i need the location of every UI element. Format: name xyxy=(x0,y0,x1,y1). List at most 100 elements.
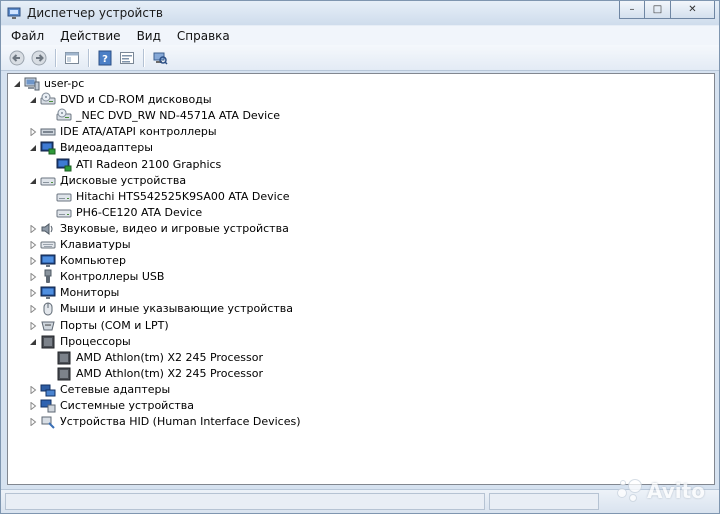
tree-item-label: Контроллеры USB xyxy=(60,270,165,284)
tree-item-label: Мыши и иные указывающие устройства xyxy=(60,302,294,316)
tree-item-label: Процессоры xyxy=(60,334,131,348)
scan-hardware-button[interactable] xyxy=(150,48,170,68)
tree-device[interactable]: PH6-CE120 ATA Device xyxy=(44,205,202,221)
collapse-arrow-icon[interactable] xyxy=(28,143,38,153)
processor-icon xyxy=(56,350,72,366)
tree-device[interactable]: AMD Athlon(tm) X2 245 Processor xyxy=(44,350,263,366)
tree-item-label: Видеоадаптеры xyxy=(60,141,153,155)
restore-button[interactable]: □ xyxy=(645,1,671,19)
status-pane-main xyxy=(5,493,485,510)
tree-category[interactable]: Контроллеры USB xyxy=(28,269,164,285)
avito-logo-icon xyxy=(615,476,645,506)
monitor-icon xyxy=(40,253,56,269)
expand-arrow-icon[interactable] xyxy=(28,385,38,395)
tree-root[interactable]: user-pc xyxy=(12,76,84,92)
disk-drive-icon xyxy=(40,173,56,189)
tree-category[interactable]: Процессоры xyxy=(28,334,131,350)
tree-category[interactable]: Мониторы xyxy=(28,285,119,301)
sound-icon xyxy=(40,221,56,237)
tree-item-label: Звуковые, видео и игровые устройства xyxy=(60,221,289,235)
close-button[interactable]: ✕ xyxy=(671,1,715,19)
expand-arrow-icon[interactable] xyxy=(28,321,38,331)
disk-drive-icon xyxy=(56,205,72,221)
status-pane-secondary xyxy=(489,493,599,510)
expand-arrow-icon[interactable] xyxy=(28,272,38,282)
properties-view-button[interactable] xyxy=(62,48,82,68)
back-icon xyxy=(9,50,25,65)
tree-device[interactable]: AMD Athlon(tm) X2 245 Processor xyxy=(44,366,263,382)
tree-item-label: Клавиатуры xyxy=(60,238,131,251)
tree-item-label: Устройства HID (Human Interface Devices) xyxy=(60,415,301,429)
tree-item-label: DVD и CD-ROM дисководы xyxy=(60,93,212,107)
tree-item-label: Мониторы xyxy=(60,286,120,300)
menu-bar: Файл Действие Вид Справка xyxy=(1,25,719,45)
collapse-arrow-icon[interactable] xyxy=(12,79,22,89)
window-title: Диспетчер устройств xyxy=(27,6,164,20)
tree-device[interactable]: Hitachi HTS542525K9SA00 ATA Device xyxy=(44,189,290,205)
tree-category[interactable]: IDE ATA/ATAPI контроллеры xyxy=(28,124,217,140)
forward-button[interactable] xyxy=(29,48,49,68)
collapse-arrow-icon[interactable] xyxy=(28,337,38,347)
svg-text:?: ? xyxy=(102,54,108,65)
processor-icon xyxy=(40,334,56,350)
tree-category[interactable]: DVD и CD-ROM дисководы xyxy=(28,92,212,108)
computer-icon xyxy=(24,76,40,92)
usb-icon xyxy=(40,269,56,285)
minimize-button[interactable]: – xyxy=(619,1,645,19)
keyboard-icon xyxy=(40,237,56,253)
tree-category[interactable]: Компьютер xyxy=(28,253,126,269)
tree-item-label: _NEC DVD_RW ND-4571A ATA Device xyxy=(76,109,281,123)
expand-arrow-icon[interactable] xyxy=(28,224,38,234)
tree-item-label: user-pc xyxy=(44,77,85,90)
expand-arrow-icon[interactable] xyxy=(28,304,38,314)
show-hidden-icon xyxy=(120,51,134,64)
expand-arrow-icon[interactable] xyxy=(28,288,38,298)
title-bar[interactable]: Диспетчер устройств – □ ✕ xyxy=(1,1,719,25)
tree-item-label: Сетевые адаптеры xyxy=(60,382,171,396)
expand-arrow-icon[interactable] xyxy=(28,240,38,250)
collapse-arrow-icon[interactable] xyxy=(28,176,38,186)
disk-drive-icon xyxy=(56,189,72,205)
help-icon: ? xyxy=(98,50,112,65)
display-adapter-icon xyxy=(40,140,56,156)
tree-item-label: AMD Athlon(tm) X2 245 Processor xyxy=(76,350,263,364)
tree-item-label: AMD Athlon(tm) X2 245 Processor xyxy=(76,366,263,380)
expand-arrow-icon[interactable] xyxy=(28,401,38,411)
tree-category[interactable]: Мыши и иные указывающие устройства xyxy=(28,301,293,317)
tree-item-label: Дисковые устройства xyxy=(60,173,187,187)
avito-watermark: Avito xyxy=(615,475,719,507)
device-tree[interactable]: user-pc DVD и CD-ROM дисководы _NEC DVD_RW… xyxy=(7,73,715,485)
tree-category[interactable]: Сетевые адаптеры xyxy=(28,382,170,398)
menu-help[interactable]: Справка xyxy=(169,26,238,46)
menu-view[interactable]: Вид xyxy=(129,26,169,46)
show-hidden-button[interactable] xyxy=(117,48,137,68)
menu-file[interactable]: Файл xyxy=(3,26,52,46)
dvd-drive-icon xyxy=(40,92,56,108)
tree-category[interactable]: Звуковые, видео и игровые устройства xyxy=(28,221,289,237)
expand-arrow-icon[interactable] xyxy=(28,256,38,266)
device-manager-window: Диспетчер устройств – □ ✕ Файл Действие … xyxy=(0,0,720,514)
expand-arrow-icon[interactable] xyxy=(28,127,38,137)
tree-category[interactable]: Дисковые устройства xyxy=(28,173,186,189)
tree-item-label: Компьютер xyxy=(60,254,126,268)
tree-device[interactable]: ATI Radeon 2100 Graphics xyxy=(44,157,221,173)
tree-item-label: Порты (COM и LPT) xyxy=(60,318,169,332)
tree-device[interactable]: _NEC DVD_RW ND-4571A ATA Device xyxy=(44,108,280,124)
monitor-icon xyxy=(40,285,56,301)
processor-icon xyxy=(56,366,72,382)
help-button[interactable]: ? xyxy=(95,48,115,68)
tree-category[interactable]: Клавиатуры xyxy=(28,237,131,253)
tree-category[interactable]: Порты (COM и LPT) xyxy=(28,318,169,334)
back-button[interactable] xyxy=(7,48,27,68)
tree-category[interactable]: Системные устройства xyxy=(28,398,194,414)
expand-arrow-icon[interactable] xyxy=(28,417,38,427)
tree-category[interactable]: Устройства HID (Human Interface Devices) xyxy=(28,414,301,430)
menu-action[interactable]: Действие xyxy=(52,26,128,46)
collapse-arrow-icon[interactable] xyxy=(28,95,38,105)
tree-category[interactable]: Видеоадаптеры xyxy=(28,140,153,156)
